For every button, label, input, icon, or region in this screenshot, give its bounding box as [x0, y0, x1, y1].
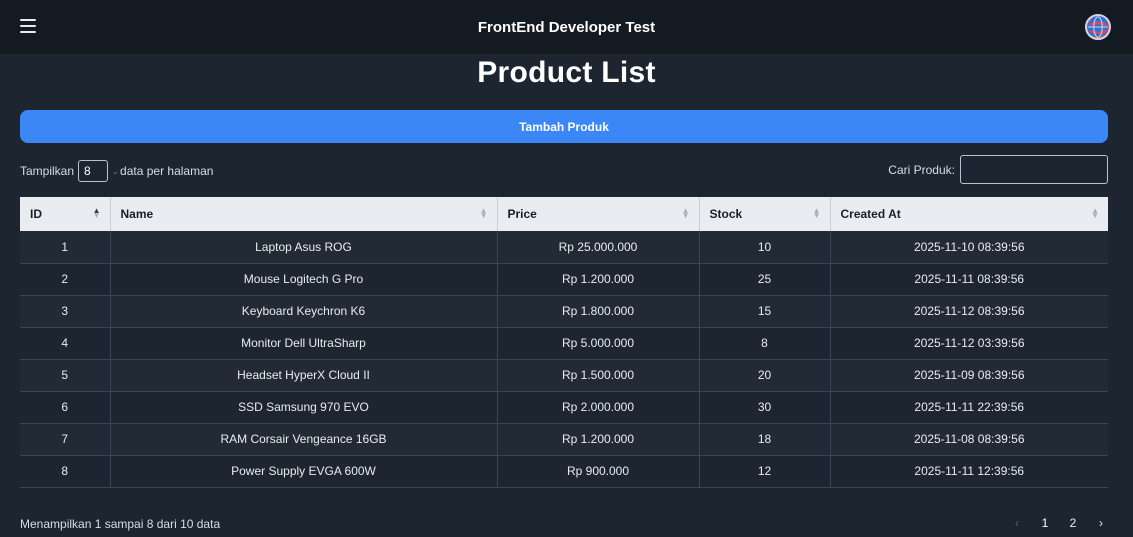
- cell-id: 6: [20, 391, 111, 424]
- cell-price: Rp 5.000.000: [497, 327, 700, 360]
- column-header-name[interactable]: Name ▲ ▼: [110, 197, 498, 231]
- cell-name: Monitor Dell UltraSharp: [110, 327, 498, 360]
- chevron-down-icon: ⌄: [111, 166, 120, 176]
- cell-price: Rp 1.800.000: [497, 295, 700, 328]
- pagination-next-button[interactable]: ›: [1089, 513, 1113, 533]
- product-table: ID ▲ ▼ Name ▲ ▼ Price ▲ ▼ Stock ▲ ▼ Created …: [20, 197, 1108, 488]
- column-header-price[interactable]: Price ▲ ▼: [497, 197, 700, 231]
- cell-created-at: 2025-11-09 08:39:56: [830, 359, 1108, 392]
- cell-name: Headset HyperX Cloud II: [110, 359, 498, 392]
- cell-stock: 10: [699, 231, 831, 264]
- cell-created-at: 2025-11-08 08:39:56: [830, 423, 1108, 456]
- cell-name: Keyboard Keychron K6: [110, 295, 498, 328]
- pagination-prev-button[interactable]: ‹: [1005, 513, 1029, 533]
- cell-stock: 8: [699, 327, 831, 360]
- table-row: 6 SSD Samsung 970 EVO Rp 2.000.000 30 20…: [20, 391, 1108, 424]
- cell-created-at: 2025-11-11 22:39:56: [830, 391, 1108, 424]
- table-row: 1 Laptop Asus ROG Rp 25.000.000 10 2025-…: [20, 231, 1108, 264]
- cell-id: 4: [20, 327, 111, 360]
- page-length-prefix: Tampilkan: [20, 164, 75, 178]
- table-row: 5 Headset HyperX Cloud II Rp 1.500.000 2…: [20, 359, 1108, 392]
- cell-created-at: 2025-11-11 08:39:56: [830, 263, 1108, 296]
- cell-stock: 12: [699, 455, 831, 488]
- cell-id: 8: [20, 455, 111, 488]
- cell-stock: 20: [699, 359, 831, 392]
- sort-icon: ▲ ▼: [479, 206, 488, 220]
- cell-created-at: 2025-11-12 08:39:56: [830, 295, 1108, 328]
- column-header-created-at[interactable]: Created At ▲ ▼: [830, 197, 1108, 231]
- app-title: FrontEnd Developer Test: [477, 18, 656, 36]
- cell-name: SSD Samsung 970 EVO: [110, 391, 498, 424]
- cell-stock: 25: [699, 263, 831, 296]
- product-search: Cari Produk:: [888, 155, 1108, 184]
- sort-icon: ▲ ▼: [681, 206, 690, 220]
- globe-avatar-icon[interactable]: [1085, 14, 1111, 40]
- cell-price: Rp 25.000.000: [497, 231, 700, 264]
- cell-price: Rp 2.000.000: [497, 391, 700, 424]
- cell-created-at: 2025-11-10 08:39:56: [830, 231, 1108, 264]
- cell-price: Rp 900.000: [497, 455, 700, 488]
- column-header-stock[interactable]: Stock ▲ ▼: [699, 197, 831, 231]
- sort-icon: ▲ ▼: [1091, 206, 1099, 220]
- search-input[interactable]: [960, 155, 1108, 184]
- cell-stock: 18: [699, 423, 831, 456]
- table-row: 4 Monitor Dell UltraSharp Rp 5.000.000 8…: [20, 327, 1108, 360]
- cell-id: 5: [20, 359, 111, 392]
- add-product-button[interactable]: Tambah Produk: [20, 110, 1108, 143]
- cell-name: Power Supply EVGA 600W: [110, 455, 498, 488]
- cell-stock: 15: [699, 295, 831, 328]
- cell-name: Mouse Logitech G Pro: [110, 263, 498, 296]
- table-info: Menampilkan 1 sampai 8 dari 10 data: [20, 517, 221, 531]
- cell-price: Rp 1.200.000: [497, 263, 700, 296]
- cell-stock: 30: [699, 391, 831, 424]
- page-length-control: Tampilkan 8 ⌄ data per halaman: [20, 160, 213, 182]
- cell-id: 7: [20, 423, 111, 456]
- cell-id: 2: [20, 263, 111, 296]
- page-length-suffix: data per halaman: [120, 164, 214, 178]
- cell-id: 3: [20, 295, 111, 328]
- cell-created-at: 2025-11-12 03:39:56: [830, 327, 1108, 360]
- table-row: 3 Keyboard Keychron K6 Rp 1.800.000 15 2…: [20, 295, 1108, 328]
- page-title: Product List: [477, 56, 656, 89]
- cell-id: 1: [20, 231, 111, 264]
- column-header-id[interactable]: ID ▲ ▼: [20, 197, 111, 231]
- page-length-select[interactable]: 8 ⌄: [78, 160, 119, 182]
- pagination-page-2[interactable]: 2: [1061, 513, 1085, 533]
- pagination-page-1[interactable]: 1: [1033, 513, 1057, 533]
- top-navbar: FrontEnd Developer Test: [0, 0, 1133, 54]
- search-label: Cari Produk:: [888, 162, 955, 177]
- cell-created-at: 2025-11-11 12:39:56: [830, 455, 1108, 488]
- cell-price: Rp 1.500.000: [497, 359, 700, 392]
- cell-price: Rp 1.200.000: [497, 423, 700, 456]
- sort-icon: ▲ ▼: [812, 206, 821, 220]
- sort-icon: ▲ ▼: [92, 206, 101, 220]
- table-row: 2 Mouse Logitech G Pro Rp 1.200.000 25 2…: [20, 263, 1108, 296]
- cell-name: RAM Corsair Vengeance 16GB: [110, 423, 498, 456]
- table-row: 7 RAM Corsair Vengeance 16GB Rp 1.200.00…: [20, 423, 1108, 456]
- pagination: ‹ 1 2 ›: [1005, 513, 1113, 533]
- page-length-value: 8: [84, 164, 91, 178]
- cell-name: Laptop Asus ROG: [110, 231, 498, 264]
- table-header-row: ID ▲ ▼ Name ▲ ▼ Price ▲ ▼ Stock ▲ ▼ Created …: [20, 197, 1108, 231]
- hamburger-menu-icon[interactable]: [20, 19, 36, 33]
- table-row: 8 Power Supply EVGA 600W Rp 900.000 12 2…: [20, 455, 1108, 488]
